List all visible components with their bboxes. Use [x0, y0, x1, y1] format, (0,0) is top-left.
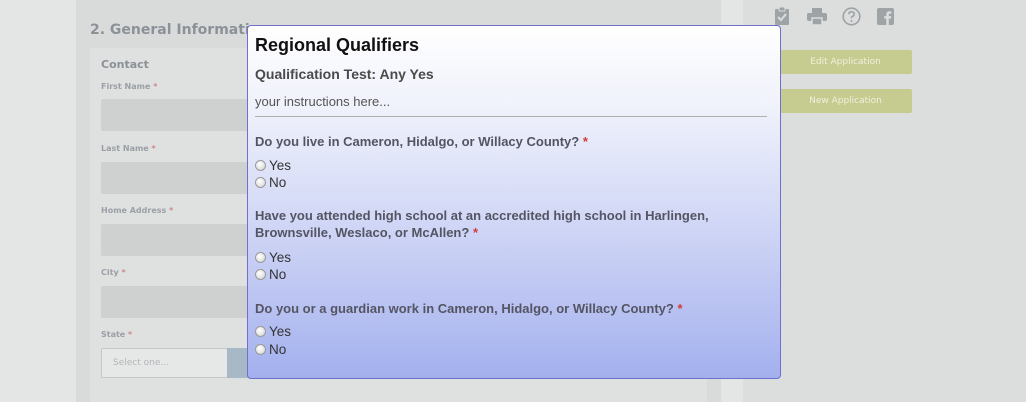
question-1-option-yes[interactable]: Yes	[255, 157, 291, 173]
clipboard-check-icon[interactable]	[774, 6, 790, 26]
modal-instructions: your instructions here...	[255, 94, 391, 109]
question-3-option-yes[interactable]: Yes	[255, 323, 291, 339]
modal-divider	[255, 116, 767, 117]
state-select[interactable]: Select one...	[101, 348, 251, 378]
radio-button[interactable]	[255, 268, 266, 280]
question-3-option-no[interactable]: No	[255, 341, 286, 357]
state-label: State *	[101, 330, 133, 339]
required-star: *	[582, 134, 588, 149]
radio-button[interactable]	[255, 159, 266, 171]
radio-button[interactable]	[255, 343, 266, 355]
question-2-option-no[interactable]: No	[255, 266, 286, 282]
help-icon[interactable]	[842, 7, 861, 26]
home-address-label: Home Address *	[101, 206, 174, 215]
modal-subtitle: Qualification Test: Any Yes	[255, 66, 434, 82]
radio-button[interactable]	[255, 251, 266, 263]
state-select-placeholder: Select one...	[113, 358, 169, 368]
radio-button[interactable]	[255, 325, 266, 337]
last-name-label: Last Name *	[101, 144, 156, 153]
contact-heading: Contact	[101, 58, 149, 71]
required-star: *	[472, 225, 479, 240]
question-2: Have you attended high school at an accr…	[255, 208, 709, 240]
modal-title: Regional Qualifiers	[255, 35, 420, 55]
print-icon[interactable]	[807, 8, 827, 25]
new-application-button[interactable]: New Application	[779, 89, 912, 113]
city-field[interactable]	[101, 286, 251, 318]
question-3: Do you or a guardian work in Cameron, Hi…	[255, 301, 683, 316]
question-1-option-no[interactable]: No	[255, 174, 286, 190]
first-name-field[interactable]	[101, 99, 251, 131]
question-1: Do you live in Cameron, Hidalgo, or Will…	[255, 134, 588, 149]
facebook-icon[interactable]	[877, 8, 894, 25]
radio-button[interactable]	[255, 176, 266, 188]
section-title: 2. General Information	[90, 22, 270, 38]
home-address-field[interactable]	[101, 224, 251, 256]
required-star: *	[677, 301, 683, 316]
sidebar-panel: Edit Application New Application	[743, 0, 1026, 402]
last-name-field[interactable]	[101, 162, 251, 194]
question-2-option-yes[interactable]: Yes	[255, 249, 291, 265]
edit-application-button[interactable]: Edit Application	[779, 50, 912, 74]
regional-qualifiers-modal: Regional Qualifiers Qualification Test: …	[247, 25, 781, 379]
first-name-label: First Name *	[101, 82, 158, 91]
city-label: City *	[101, 268, 126, 277]
